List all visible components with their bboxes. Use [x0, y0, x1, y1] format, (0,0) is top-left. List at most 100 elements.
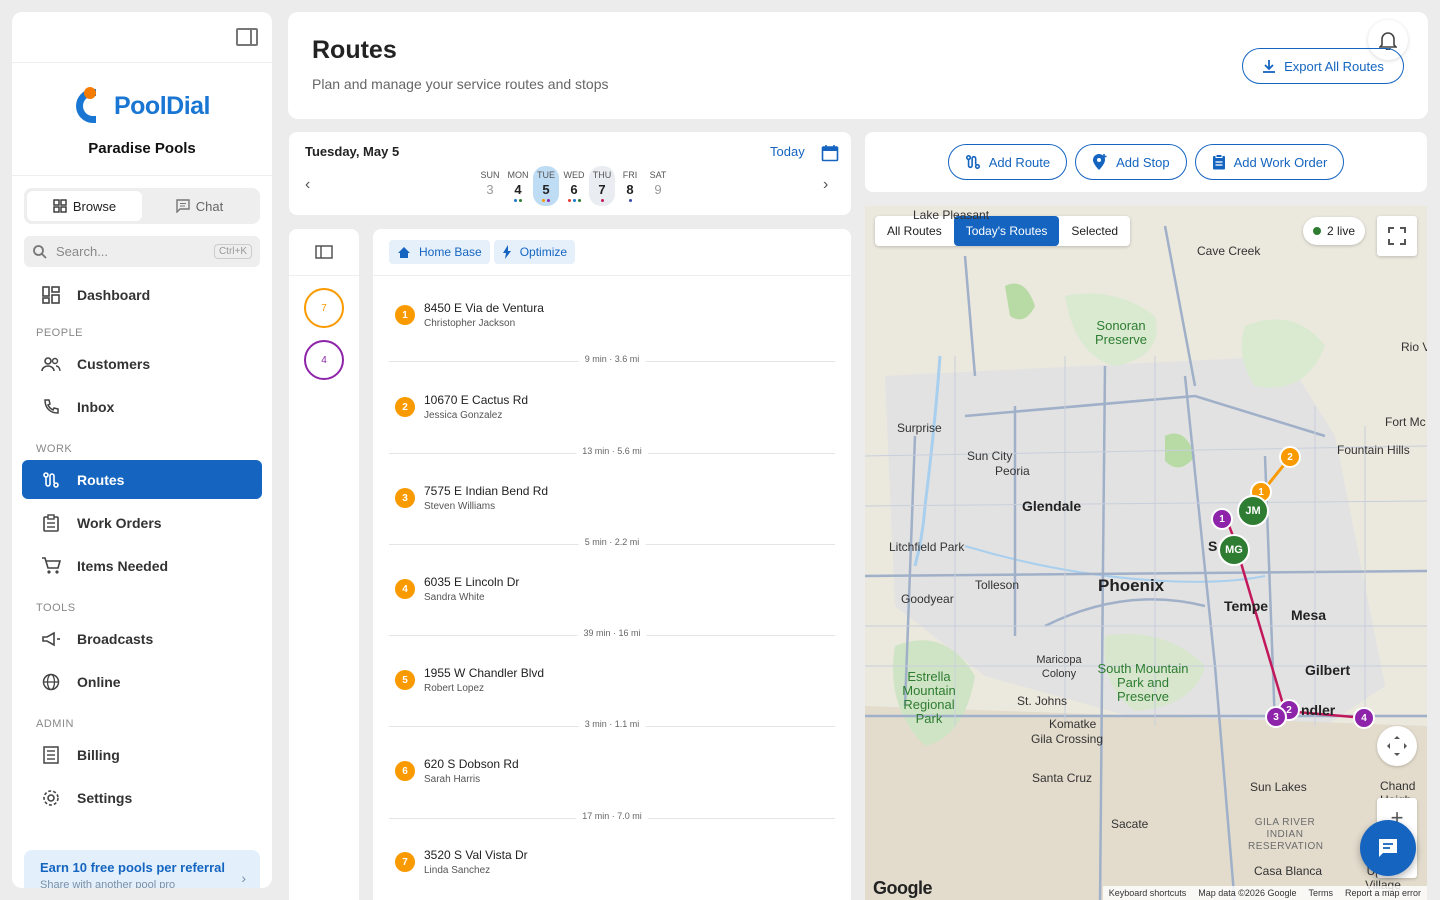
add-route-button[interactable]: Add Route	[947, 144, 1068, 180]
sidebar-item-broadcasts[interactable]: Broadcasts	[22, 619, 262, 658]
add-route-label: Add Route	[988, 154, 1051, 170]
stop-customer: Steven Williams	[424, 501, 496, 512]
sidebar-item-work-orders[interactable]: Work Orders	[22, 503, 262, 542]
chat-fab-button[interactable]	[1360, 820, 1416, 876]
travel-segment: 5 min · 2.2 mi	[389, 537, 835, 551]
page-subtitle: Plan and manage your service routes and …	[312, 76, 609, 92]
keyboard-shortcuts-link[interactable]: Keyboard shortcuts	[1109, 888, 1187, 898]
list-item[interactable]: 5 1955 W Chandler Blvd Robert Lopez	[395, 664, 835, 700]
panel-toggle-icon[interactable]	[315, 245, 333, 259]
sidebar-collapse-icon[interactable]	[236, 28, 258, 46]
clipboard-icon	[1212, 154, 1225, 170]
map-label: Estrella Mountain Regional Park	[902, 669, 956, 726]
tab-selected[interactable]: Selected	[1059, 216, 1130, 246]
sidebar-item-billing[interactable]: Billing	[22, 735, 262, 774]
sidebar-item-label: Dashboard	[77, 286, 151, 303]
route-orange[interactable]: 7	[304, 288, 344, 328]
list-item[interactable]: 1 8450 E Via de Ventura Christopher Jackso…	[395, 299, 835, 335]
list-item[interactable]: 2 10670 E Cactus Rd Jessica Gonzalez	[395, 391, 835, 427]
map-label: Mesa	[1291, 607, 1327, 623]
map-label: GILA RIVER INDIAN RESERVATION	[1248, 817, 1324, 852]
tab-browse[interactable]: Browse	[27, 191, 142, 221]
prev-week-chevron-icon[interactable]: ‹	[305, 176, 310, 194]
sidebar-item-online[interactable]: Online	[22, 662, 262, 701]
stop-address: 10670 E Cactus Rd	[424, 393, 529, 407]
company-name: Paradise Pools	[88, 140, 196, 157]
day-thu[interactable]: THU 7	[589, 166, 615, 206]
day-sun[interactable]: SUN 3	[477, 166, 503, 206]
map-marker-orange[interactable]: 2	[1279, 446, 1301, 468]
list-item[interactable]: 6 620 S Dobson Rd Sarah Harris	[395, 755, 835, 791]
segment-label: 5 min · 2.2 mi	[578, 537, 646, 547]
segment-label: 17 min · 7.0 mi	[576, 811, 648, 821]
live-dot-icon	[1313, 227, 1321, 235]
segment-label: 13 min · 5.6 mi	[576, 446, 648, 456]
next-week-chevron-icon[interactable]: ›	[823, 176, 828, 194]
add-stop-button[interactable]: Add Stop	[1075, 144, 1187, 180]
page-title: Routes	[312, 36, 397, 64]
add-work-order-button[interactable]: Add Work Order	[1194, 144, 1345, 180]
phone-icon	[41, 397, 61, 417]
sidebar-item-dashboard[interactable]: Dashboard	[22, 275, 262, 314]
list-item[interactable]: 3 7575 E Indian Bend Rd Steven Williams	[395, 482, 835, 518]
live-status-badge: 2 live	[1303, 217, 1366, 245]
map-label: Glendale	[1022, 498, 1082, 514]
add-work-order-label: Add Work Order	[1233, 154, 1328, 170]
stop-address: 1955 W Chandler Blvd	[424, 666, 545, 680]
day-mon[interactable]: MON 4	[505, 166, 531, 206]
home-base-button[interactable]: Home Base	[389, 240, 490, 264]
list-item[interactable]: 4 6035 E Lincoln Dr Sandra White	[395, 573, 835, 609]
tab-chat[interactable]: Chat	[142, 191, 257, 221]
clipboard-icon	[41, 513, 61, 533]
sidebar-item-inbox[interactable]: Inbox	[22, 387, 262, 426]
map-camera-control[interactable]	[1377, 726, 1417, 766]
stops-panel: Home Base Optimize 1 8450 E Via de Ventur…	[373, 229, 851, 900]
sidebar-item-label: Settings	[77, 789, 133, 806]
dashboard-icon	[41, 285, 61, 305]
download-icon	[1263, 60, 1276, 73]
export-all-routes-button[interactable]: Export All Routes	[1242, 48, 1404, 84]
list-item[interactable]: 7 3520 S Val Vista Dr Linda Sanchez	[395, 846, 835, 882]
sidebar: PoolDial Paradise Pools Browse Chat Sear…	[12, 12, 272, 888]
sidebar-item-label: Items Needed	[77, 557, 169, 574]
map-marker-purple[interactable]: 4	[1353, 707, 1375, 729]
section-tools: TOOLS	[36, 602, 76, 614]
sidebar-item-settings[interactable]: Settings	[22, 778, 262, 817]
date-picker: Tuesday, May 5 Today ‹ › SUN 3 MON 4 TUE 5 …	[289, 132, 851, 215]
selected-date: Tuesday, May 5	[305, 144, 400, 159]
map-label: Sacate	[1111, 817, 1149, 831]
sidebar-item-label: Billing	[77, 746, 120, 763]
map-label: Sonoran Preserve	[1094, 318, 1148, 347]
day-wed[interactable]: WED 6	[561, 166, 587, 206]
stop-number-badge: 3	[395, 488, 415, 508]
technician-marker-jm[interactable]: JM	[1237, 495, 1269, 527]
travel-segment: 17 min · 7.0 mi	[389, 811, 835, 825]
referral-subtitle: Share with another pool pro	[40, 879, 176, 888]
sidebar-item-customers[interactable]: Customers	[22, 344, 262, 383]
calendar-icon[interactable]	[821, 144, 839, 167]
map-label: Tempe	[1224, 598, 1269, 614]
report-error-link[interactable]: Report a map error	[1345, 888, 1421, 898]
map-marker-purple[interactable]: 1	[1211, 508, 1233, 530]
sidebar-topbar	[12, 12, 272, 63]
technician-marker-mg[interactable]: MG	[1218, 534, 1250, 566]
search-input[interactable]: Search... Ctrl+K	[24, 236, 260, 267]
map-marker-purple[interactable]: 3	[1265, 706, 1287, 728]
sidebar-item-label: Work Orders	[77, 514, 162, 531]
day-fri[interactable]: FRI 8	[617, 166, 643, 206]
route-purple[interactable]: 4	[304, 340, 344, 380]
day-sat[interactable]: SAT 9	[645, 166, 671, 206]
stop-number-badge: 6	[395, 761, 415, 781]
today-button[interactable]: Today	[770, 144, 805, 159]
fullscreen-button[interactable]	[1377, 216, 1417, 256]
map-data-text: Map data ©2026 Google	[1198, 888, 1297, 898]
section-work: WORK	[36, 443, 73, 455]
stops-header: Home Base Optimize	[373, 229, 851, 276]
terms-link[interactable]: Terms	[1308, 888, 1333, 898]
day-tue[interactable]: TUE 5	[533, 166, 559, 206]
sidebar-item-routes[interactable]: Routes	[22, 460, 262, 499]
optimize-button[interactable]: Optimize	[493, 240, 576, 264]
referral-card[interactable]: Earn 10 free pools per referral Share wi…	[24, 850, 260, 888]
sidebar-item-items-needed[interactable]: Items Needed	[22, 546, 262, 585]
route-map[interactable]: All Routes Today's Routes Selected 2 liv…	[865, 206, 1427, 900]
